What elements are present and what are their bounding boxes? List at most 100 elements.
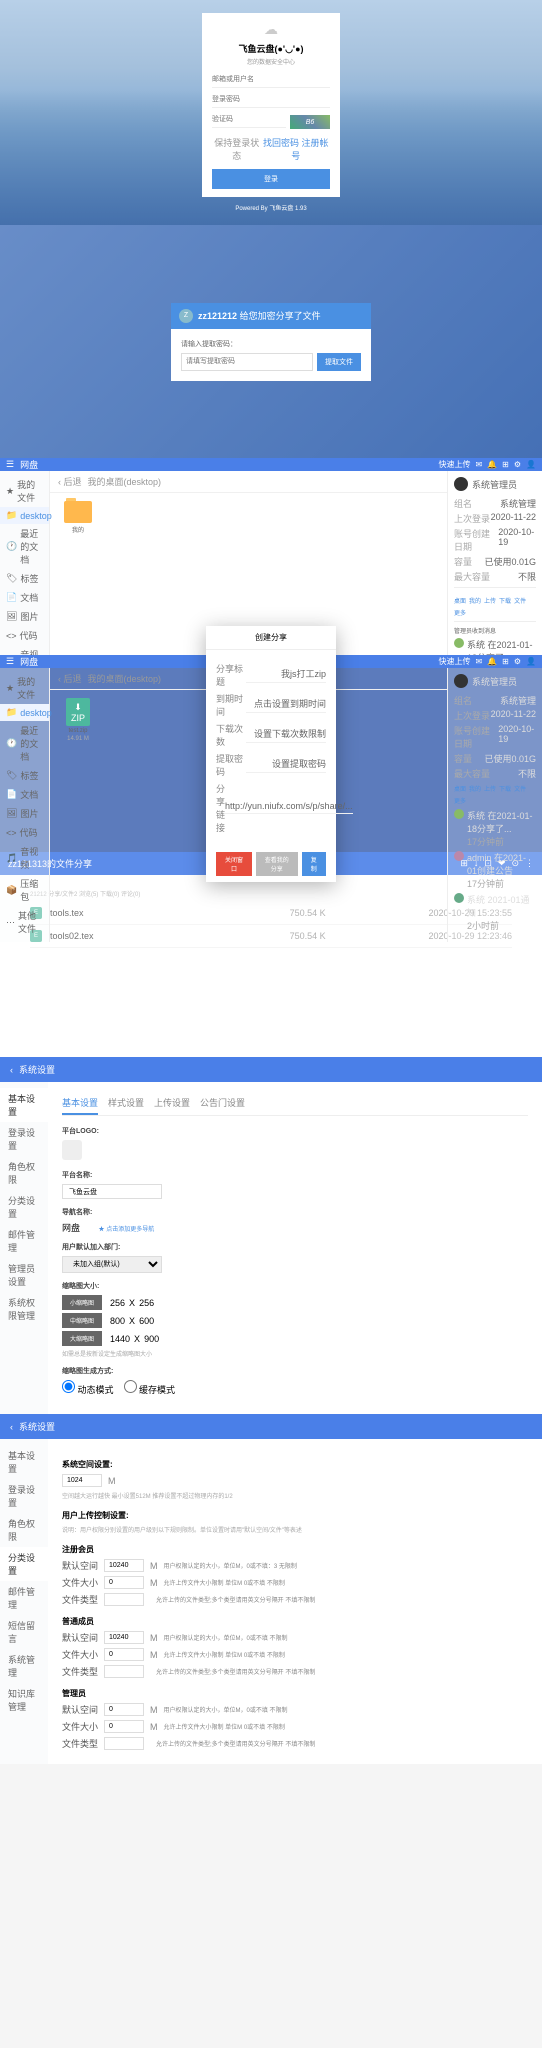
topbar-icon[interactable]: ⚙ xyxy=(514,657,521,666)
login-button[interactable]: 登录 xyxy=(212,169,330,189)
settings-nav-item[interactable]: 管理员设置 xyxy=(0,1258,48,1292)
platform-name-input[interactable] xyxy=(62,1184,162,1199)
modal-cancel-button[interactable]: 关闭窗口 xyxy=(216,852,252,876)
quick-link[interactable]: 文件 xyxy=(514,596,526,605)
radio-cache[interactable]: 缓存模式 xyxy=(124,1380,176,1396)
sidebar-item[interactable]: 📄文档 xyxy=(0,588,49,607)
breadcrumb-path[interactable]: 我的桌面(desktop) xyxy=(88,672,162,685)
row-input[interactable] xyxy=(104,1665,144,1678)
row-input[interactable] xyxy=(104,1559,144,1572)
row-input[interactable] xyxy=(104,1737,144,1750)
row-input[interactable] xyxy=(104,1631,144,1644)
modal-copy-button[interactable]: 复制 xyxy=(302,852,327,876)
quick-link[interactable]: 更多 xyxy=(454,608,466,617)
space-input[interactable] xyxy=(62,1474,102,1487)
quick-link[interactable]: 更多 xyxy=(454,796,466,805)
user-avatar[interactable] xyxy=(454,477,468,491)
quick-link[interactable]: 上传 xyxy=(484,596,496,605)
app-logo[interactable]: 网盘 xyxy=(20,458,38,471)
quick-link[interactable]: 桌面 xyxy=(454,596,466,605)
row-input[interactable] xyxy=(104,1648,144,1661)
extract-button[interactable]: 提取文件 xyxy=(317,353,361,371)
sidebar-item[interactable]: ★我的文件 xyxy=(0,475,49,507)
quick-link[interactable]: 桌面 xyxy=(454,784,466,793)
modal-view-button[interactable]: 查看我的分享 xyxy=(256,852,298,876)
row-input[interactable] xyxy=(104,1593,144,1606)
quick-link[interactable]: 我的 xyxy=(469,784,481,793)
modal-row-value[interactable]: http://yun.niufx.com/s/p/share/... xyxy=(225,801,353,814)
topbar-icon[interactable]: ⊞ xyxy=(502,460,509,469)
modal-row-value[interactable]: 点击设置到期时间 xyxy=(246,697,326,713)
sidebar-item[interactable]: 🖼图片 xyxy=(0,607,49,626)
quick-link[interactable]: 上传 xyxy=(484,784,496,793)
captcha-input[interactable] xyxy=(212,112,286,128)
settings-nav-item[interactable]: 角色权限 xyxy=(0,1513,48,1547)
quick-link[interactable]: 文件 xyxy=(514,784,526,793)
settings-nav-item[interactable]: 角色权限 xyxy=(0,1156,48,1190)
back-button[interactable]: ‹ 后退 xyxy=(58,672,82,685)
sidebar-item[interactable]: 📁desktop xyxy=(0,704,49,721)
sidebar-item[interactable]: <>代码 xyxy=(0,823,49,842)
logo-placeholder[interactable] xyxy=(62,1140,82,1160)
topbar-icon[interactable]: ⚙ xyxy=(514,460,521,469)
sidebar-item[interactable]: 🕐最近的文档 xyxy=(0,721,49,766)
extract-password-input[interactable] xyxy=(181,353,313,371)
activity-item[interactable]: admin 在2021-01创建公告17分钟前 xyxy=(454,851,536,890)
activity-item[interactable]: 系统 在2021-01-18分享了...17分钟前 xyxy=(454,809,536,848)
sidebar-item[interactable]: ⋯其他文件 xyxy=(0,906,49,938)
activity-item[interactable]: 系统 2021-01通知2小时前 xyxy=(454,893,536,932)
sidebar-item[interactable]: 📄文档 xyxy=(0,785,49,804)
remember-checkbox-label[interactable]: 保持登录状态 xyxy=(212,136,262,162)
settings-tab[interactable]: 公告门设置 xyxy=(200,1092,245,1115)
radio-dynamic[interactable]: 动态模式 xyxy=(62,1380,114,1396)
modal-row-value[interactable]: 设置提取密码 xyxy=(246,757,326,773)
sidebar-item[interactable]: ★我的文件 xyxy=(0,672,49,704)
modal-row-value[interactable]: 我js打工zip xyxy=(246,667,326,683)
app-logo[interactable]: 网盘 xyxy=(20,655,38,668)
topbar-icon[interactable]: ✉ xyxy=(475,460,482,469)
password-input[interactable] xyxy=(212,92,330,108)
nav-add-hint[interactable]: ★ 点击添加更多导航 xyxy=(99,1227,155,1233)
settings-nav-item[interactable]: 分类设置 xyxy=(0,1190,48,1224)
file-item[interactable]: ⬇ZIPtest.zip14.91 M xyxy=(58,698,98,742)
back-button[interactable]: ‹ 后退 xyxy=(58,475,82,488)
sidebar-item[interactable]: <>代码 xyxy=(0,626,49,645)
topbar-icon[interactable]: ⊞ xyxy=(502,657,509,666)
menu-icon[interactable]: ☰ xyxy=(6,656,14,667)
settings-nav-item[interactable]: 系统权限管理 xyxy=(0,1292,48,1326)
quick-link[interactable]: 下载 xyxy=(499,596,511,605)
breadcrumb-path[interactable]: 我的桌面(desktop) xyxy=(88,475,162,488)
quick-link[interactable]: 我的 xyxy=(469,596,481,605)
back-icon[interactable]: ‹ xyxy=(10,1065,13,1075)
captcha-image[interactable]: B6 xyxy=(290,115,330,129)
sidebar-item[interactable]: 🕐最近的文档 xyxy=(0,524,49,569)
settings-nav-item[interactable]: 邮件管理 xyxy=(0,1581,48,1615)
row-input[interactable] xyxy=(104,1703,144,1716)
settings-nav-item[interactable]: 登录设置 xyxy=(0,1479,48,1513)
settings-nav-item[interactable]: 基本设置 xyxy=(0,1088,48,1122)
topbar-icon[interactable]: ✉ xyxy=(475,657,482,666)
settings-nav-item[interactable]: 分类设置 xyxy=(0,1547,48,1581)
settings-nav-item[interactable]: 系统管理 xyxy=(0,1649,48,1683)
sidebar-item[interactable]: 🎵音视频 xyxy=(0,842,49,874)
sidebar-item[interactable]: 🖼图片 xyxy=(0,804,49,823)
row-input[interactable] xyxy=(104,1720,144,1733)
settings-nav-item[interactable]: 短信留言 xyxy=(0,1615,48,1649)
sidebar-item[interactable]: 📦压缩包 xyxy=(0,874,49,906)
back-icon[interactable]: ‹ xyxy=(10,1422,13,1432)
settings-tab[interactable]: 样式设置 xyxy=(108,1092,144,1115)
topbar-icon[interactable]: 👤 xyxy=(526,460,536,469)
sidebar-item[interactable]: 🏷标签 xyxy=(0,569,49,588)
topbar-icon[interactable]: 快速上传 xyxy=(438,656,470,667)
file-item[interactable]: 我的 xyxy=(58,501,98,534)
settings-nav-item[interactable]: 知识库管理 xyxy=(0,1683,48,1717)
menu-icon[interactable]: ☰ xyxy=(6,459,14,470)
user-avatar[interactable] xyxy=(454,674,468,688)
settings-tab[interactable]: 上传设置 xyxy=(154,1092,190,1115)
forgot-link[interactable]: 找回密码 xyxy=(263,138,299,148)
topbar-icon[interactable]: 👤 xyxy=(526,657,536,666)
topbar-icon[interactable]: 🔔 xyxy=(487,460,497,469)
username-input[interactable] xyxy=(212,72,330,88)
quick-link[interactable]: 下载 xyxy=(499,784,511,793)
settings-tab[interactable]: 基本设置 xyxy=(62,1092,98,1115)
